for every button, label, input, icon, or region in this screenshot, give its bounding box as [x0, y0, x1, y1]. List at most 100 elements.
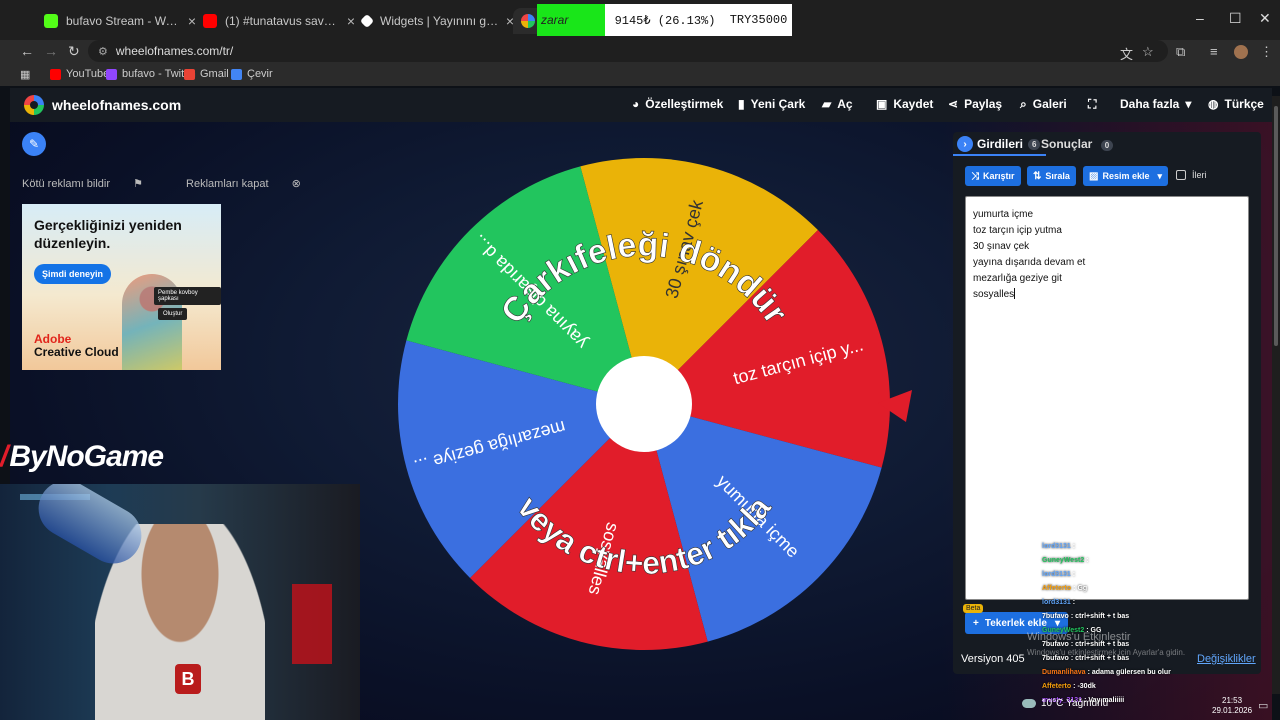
bookmark-youtube[interactable]: YouTube — [50, 68, 109, 80]
bookmark-label: Çevir — [247, 68, 273, 80]
chat-username[interactable]: Affeterto — [1042, 585, 1071, 592]
new-wheel-label: Yeni Çark — [750, 97, 806, 111]
sort-label: Sırala — [1045, 171, 1070, 181]
chat-username[interactable]: 7bufavo — [1042, 655, 1069, 662]
apps-icon[interactable]: ▦ — [20, 68, 30, 81]
browser-tab-youtube[interactable]: (1) #tunatavus savaş cebeci ile E... × — [195, 8, 363, 34]
plus-icon: + — [973, 617, 979, 629]
back-icon[interactable]: ← — [20, 43, 34, 59]
url-field[interactable]: ⚙ wheelofnames.com/tr/ — [88, 40, 1168, 62]
globe-icon: ◍ — [1208, 97, 1219, 111]
chat-message: lord3131: — [1042, 596, 1242, 610]
chat-username[interactable]: lord3131 — [1042, 571, 1071, 578]
url-text: wheelofnames.com/tr/ — [115, 44, 234, 58]
site-name[interactable]: wheelofnames.com — [52, 97, 181, 113]
sort-icon: ⇅ — [1033, 170, 1042, 182]
add-image-button[interactable]: ▨ Resim ekle ▾ — [1083, 166, 1169, 186]
chat-username[interactable]: 7bufavo — [1042, 641, 1069, 648]
ad-brand: Adobe — [34, 332, 72, 346]
browser-tab-kick[interactable]: bufavo Stream - Watch Live on Kick × — [36, 8, 204, 34]
advertisement[interactable]: Gerçekliğinizi yeniden düzenleyin. Şimdi… — [22, 204, 221, 370]
tab-entries[interactable]: › Girdileri 6 — [953, 134, 1047, 156]
save-icon: ▣ — [876, 97, 888, 111]
maximize-icon[interactable]: ☐ — [1229, 10, 1242, 27]
ad-cta-button[interactable]: Şimdi deneyin — [34, 264, 112, 284]
weather-condition: Yağmurlu — [1066, 698, 1109, 709]
media-icon[interactable]: ≡ — [1210, 44, 1218, 59]
bookmark-twitch[interactable]: bufavo - Twitch — [106, 68, 196, 80]
site-info-icon[interactable]: ⚙ — [98, 45, 108, 58]
translate-icon[interactable]: 文 — [1120, 44, 1133, 63]
results-count-badge: 0 — [1100, 140, 1114, 151]
more-menu[interactable]: Daha fazla ▾ — [1120, 97, 1197, 111]
forward-icon[interactable]: → — [44, 43, 58, 59]
chat-text: : ctrl+shift + t bas — [1070, 641, 1130, 648]
tab-results[interactable]: Sonuçlar 0 — [1041, 137, 1114, 151]
sort-button[interactable]: ⇅ Sırala — [1027, 166, 1076, 186]
gallery-button[interactable]: ⌕ Galeri — [1020, 97, 1067, 112]
save-label: Kaydet — [893, 97, 934, 111]
taskbar-weather[interactable]: 10°C Yağmurlu — [1022, 698, 1108, 709]
bookmark-gmail[interactable]: Gmail — [184, 68, 229, 80]
save-button[interactable]: ▣ Kaydet — [876, 97, 933, 111]
entry-line-current: sosyalles — [973, 287, 1241, 303]
youtube-icon — [50, 68, 61, 80]
taskbar-clock[interactable]: 21:53 29.01.2026 — [1212, 696, 1252, 716]
chat-username[interactable]: lord3131 — [1042, 599, 1071, 606]
close-ads-label: Reklamları kapat — [186, 178, 269, 190]
close-window-icon[interactable]: ✕ — [1259, 10, 1271, 27]
spin-wheel[interactable]: 30 şınav çektoz tarçın içip y...yumurta … — [396, 156, 892, 652]
entry-line: yayına dışarıda devam et — [973, 257, 1086, 268]
shuffle-label: Karıştır — [983, 171, 1015, 181]
advanced-checkbox[interactable]: İleri — [1176, 170, 1207, 180]
wheel-pointer-icon — [878, 390, 912, 422]
wheel-logo-icon[interactable] — [24, 95, 44, 115]
tab-title: Widgets | Yayınını güçlendirmek... — [380, 14, 500, 28]
browser-tab-widgets[interactable]: Widgets | Yayınını güçlendirmek... × — [354, 8, 522, 34]
chat-username[interactable]: lord3131 — [1042, 543, 1071, 550]
shuffle-button[interactable]: ⤨ Karıştır — [965, 166, 1021, 186]
red-light — [292, 584, 332, 664]
bookmark-star-icon[interactable]: ☆ — [1142, 44, 1154, 60]
page-scrollbar[interactable] — [1272, 96, 1280, 694]
collapse-chevron-icon[interactable]: › — [957, 136, 973, 152]
close-ads-link[interactable]: Reklamları kapat ⊗ — [186, 178, 321, 190]
chat-message: GuneyWest2: — [1042, 554, 1242, 568]
shirt-logo-icon: B — [175, 664, 201, 694]
chat-message: GuneyWest2: GG — [1042, 624, 1242, 638]
open-button[interactable]: ▰ Aç — [822, 97, 853, 111]
menu-icon[interactable]: ⋮ — [1260, 44, 1273, 60]
chat-username[interactable]: Dumanlihava — [1042, 669, 1086, 676]
share-button[interactable]: ⋖ Paylaş — [948, 97, 1002, 111]
search-icon: ⌕ — [1020, 97, 1027, 111]
chat-username[interactable]: 7bufavo — [1042, 613, 1069, 620]
site-header: wheelofnames.com ◕ Özelleştirmek ▮ Yeni Ça… — [10, 88, 1272, 122]
extensions-icon[interactable]: ⧉ — [1176, 44, 1185, 60]
customize-button[interactable]: ◕ Özelleştirmek — [632, 97, 723, 111]
report-ad-label: Kötü reklamı bildir — [22, 178, 111, 190]
chat-text: : GG — [1086, 627, 1102, 634]
file-icon: ▮ — [738, 97, 745, 111]
chat-text: : ctrl+shift + t bas — [1070, 655, 1130, 662]
minimize-icon[interactable]: – — [1196, 10, 1204, 26]
avatar[interactable] — [1234, 45, 1248, 59]
pencil-icon: ✎ — [28, 137, 40, 151]
badge-text: ByNoGame — [9, 440, 164, 473]
chat-username[interactable]: Affeterto — [1042, 683, 1071, 690]
report-ad-link[interactable]: Kötü reklamı bildir ⚑ — [22, 178, 163, 190]
scrollbar-thumb[interactable] — [1274, 106, 1278, 346]
wheel-center[interactable] — [596, 356, 692, 452]
chat-overlay: lord3131: GuneyWest2: lord3131: Affeterto: … — [1042, 540, 1242, 708]
chat-text: : — [1072, 571, 1076, 578]
chat-username[interactable]: GuneyWest2 — [1042, 627, 1084, 634]
bookmark-translate[interactable]: Çevir — [231, 68, 273, 80]
notification-icon[interactable]: ▭ — [1258, 699, 1268, 712]
language-menu[interactable]: ◍ Türkçe — [1208, 97, 1264, 111]
gmail-icon — [184, 68, 195, 80]
edit-pencil-button[interactable]: ✎ — [22, 132, 46, 156]
gallery-label: Galeri — [1032, 97, 1067, 111]
chat-username[interactable]: GuneyWest2 — [1042, 557, 1084, 564]
fullscreen-button[interactable]: ⛶ — [1088, 97, 1102, 112]
reload-icon[interactable]: ↻ — [68, 43, 80, 60]
new-wheel-button[interactable]: ▮ Yeni Çark — [738, 97, 805, 111]
